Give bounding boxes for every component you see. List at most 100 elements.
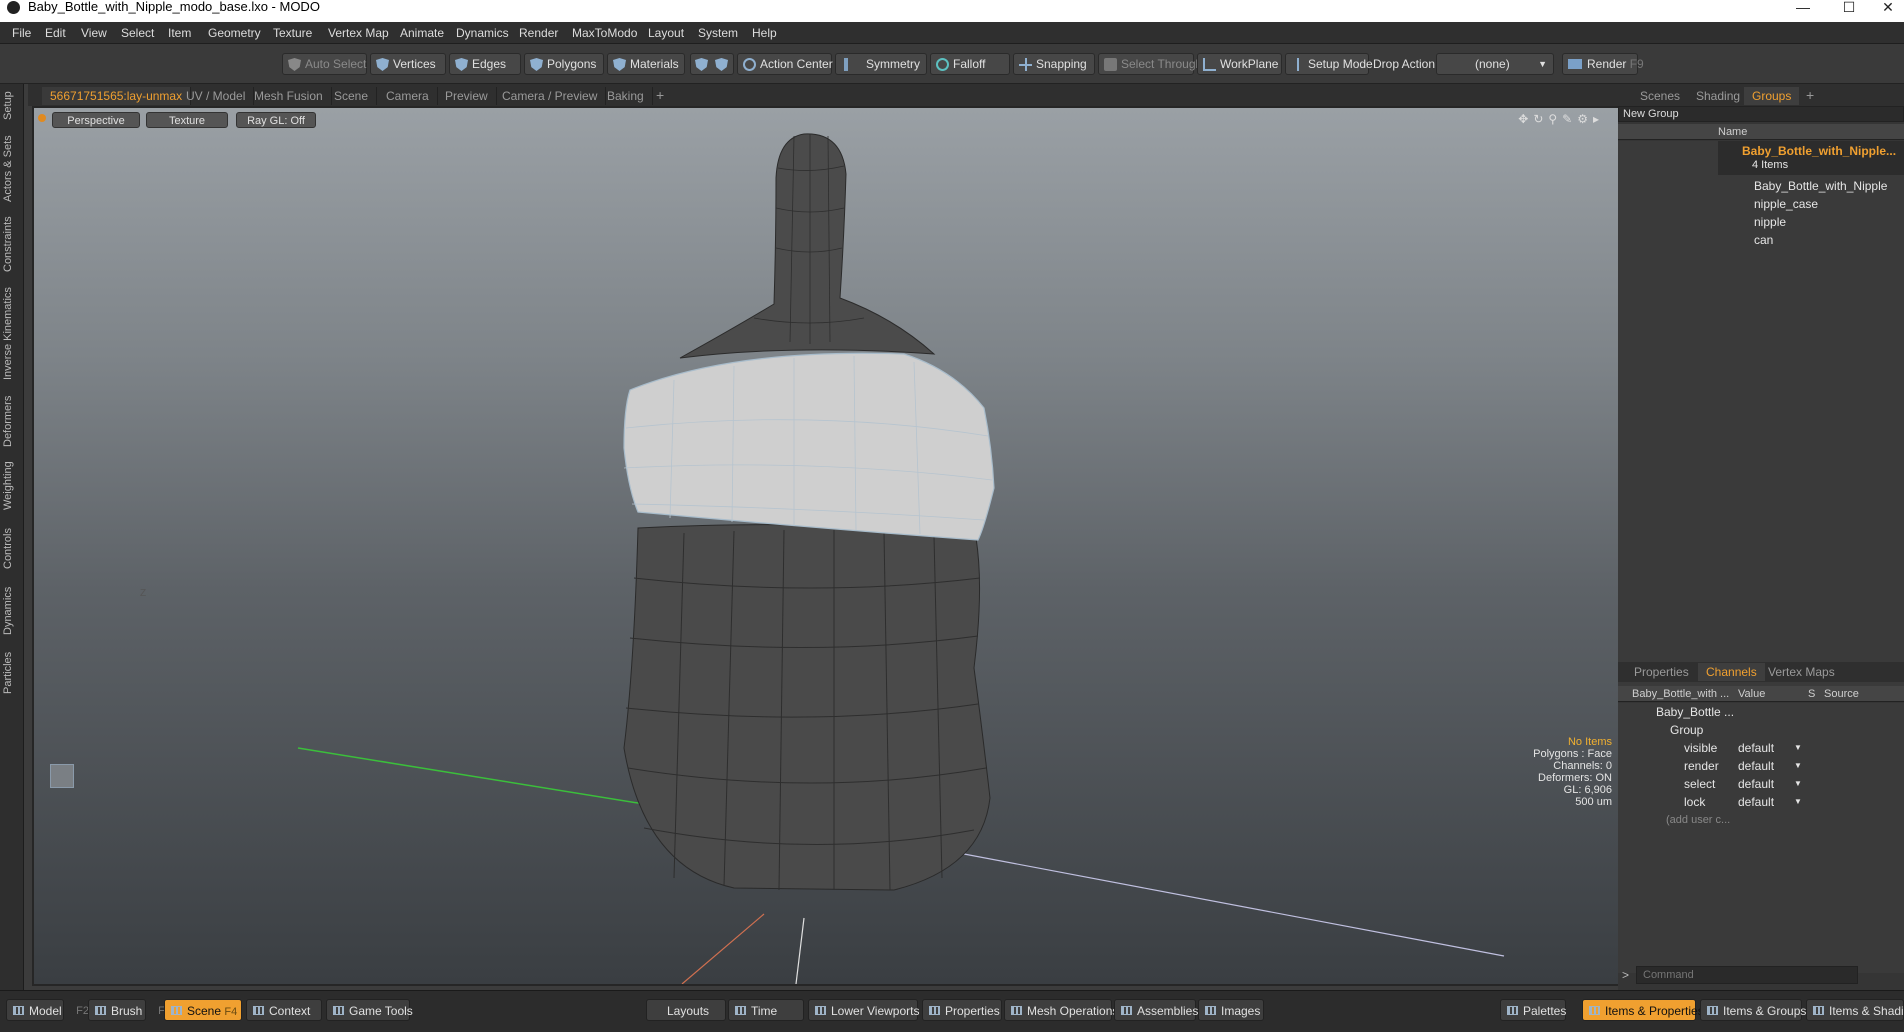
tab-layout-unmax[interactable]: 56671751565:lay-unmax bbox=[42, 87, 192, 105]
context-button[interactable]: Context bbox=[246, 999, 322, 1021]
chevron-down-icon: ▼ bbox=[1538, 59, 1547, 69]
materials-button[interactable]: Materials bbox=[607, 53, 685, 75]
menu-select[interactable]: Select bbox=[121, 26, 154, 40]
chevron-down-icon[interactable]: ▼ bbox=[1794, 739, 1802, 757]
edges-button[interactable]: Edges bbox=[449, 53, 521, 75]
tab-baking[interactable]: Baking bbox=[599, 87, 653, 105]
tab-vertex-maps[interactable]: Vertex Maps bbox=[1760, 663, 1843, 681]
group-child-nipple-case[interactable]: nipple_case bbox=[1754, 197, 1818, 211]
tab-controls[interactable]: Controls bbox=[2, 524, 22, 574]
time-button[interactable]: Time bbox=[728, 999, 804, 1021]
tab-uv-model[interactable]: UV / Model bbox=[178, 87, 255, 105]
group-child-nipple[interactable]: nipple bbox=[1754, 215, 1786, 229]
channel-visible[interactable]: visible default ▼ bbox=[1618, 739, 1904, 757]
action-center-button[interactable]: Action Center bbox=[737, 53, 833, 75]
game-tools-button[interactable]: Game Tools bbox=[326, 999, 413, 1021]
menu-edit[interactable]: Edit bbox=[45, 26, 66, 40]
tab-camera-preview[interactable]: Camera / Preview bbox=[494, 87, 607, 105]
menu-layout[interactable]: Layout bbox=[648, 26, 684, 40]
tab-mesh-fusion[interactable]: Mesh Fusion bbox=[246, 87, 332, 105]
items-properties-button[interactable]: Items & Properties bbox=[1582, 999, 1704, 1021]
workplane-button[interactable]: WorkPlane bbox=[1197, 53, 1282, 75]
menu-render[interactable]: Render bbox=[519, 26, 558, 40]
palettes-button[interactable]: Palettes bbox=[1500, 999, 1566, 1021]
select-through-button[interactable]: Select Through bbox=[1098, 53, 1202, 75]
assemblies-button[interactable]: Assemblies bbox=[1114, 999, 1198, 1021]
tab-preview[interactable]: Preview bbox=[437, 87, 497, 105]
symmetry-button[interactable]: Symmetry bbox=[835, 53, 927, 75]
model-layout-button[interactable]: Model F2 bbox=[6, 999, 89, 1021]
menu-vertex-map[interactable]: Vertex Map bbox=[328, 26, 389, 40]
items-groups-button[interactable]: Items & Groups bbox=[1700, 999, 1806, 1021]
scene-layout-button[interactable]: Scene F4 bbox=[164, 999, 242, 1021]
channel-item-row[interactable]: Baby_Bottle ... bbox=[1618, 703, 1904, 721]
tab-setup[interactable]: Setup bbox=[2, 88, 22, 124]
command-input[interactable] bbox=[1636, 966, 1858, 984]
selection-sets-button[interactable] bbox=[690, 53, 734, 75]
tab-properties[interactable]: Properties bbox=[1626, 663, 1697, 681]
menu-system[interactable]: System bbox=[698, 26, 738, 40]
tab-scene[interactable]: Scene bbox=[326, 87, 378, 105]
menu-view[interactable]: View bbox=[81, 26, 107, 40]
layouts-button[interactable]: Layouts bbox=[646, 999, 726, 1021]
menu-animate[interactable]: Animate bbox=[400, 26, 444, 40]
auto-select-button[interactable]: Auto Select bbox=[282, 53, 367, 75]
channel-group-row[interactable]: Group bbox=[1618, 721, 1904, 739]
tab-dynamics[interactable]: Dynamics bbox=[2, 584, 22, 638]
polygons-button[interactable]: Polygons bbox=[524, 53, 604, 75]
mesh-operations-button[interactable]: Mesh Operations bbox=[1004, 999, 1118, 1021]
close-button[interactable]: ✕ bbox=[1872, 0, 1904, 16]
brush-layout-button[interactable]: BrushF3 bbox=[88, 999, 171, 1021]
chevron-down-icon[interactable]: ▼ bbox=[1794, 757, 1802, 775]
tab-actors-sets[interactable]: Actors & Sets bbox=[2, 134, 22, 204]
tab-weighting[interactable]: Weighting bbox=[2, 458, 22, 514]
chevron-down-icon[interactable]: ▼ bbox=[1794, 793, 1802, 811]
group-root-name[interactable]: Baby_Bottle_with_Nipple... bbox=[1742, 144, 1896, 158]
tab-shading[interactable]: Shading bbox=[1688, 87, 1748, 105]
items-shading-button[interactable]: Items & Shading bbox=[1806, 999, 1904, 1021]
channel-lock[interactable]: lock default ▼ bbox=[1618, 793, 1904, 811]
menu-help[interactable]: Help bbox=[752, 26, 777, 40]
menu-bar: File Edit View Select Item Geometry Text… bbox=[0, 22, 1904, 44]
col-s: S bbox=[1808, 688, 1816, 700]
menu-maxtomodo[interactable]: MaxToModo bbox=[572, 26, 637, 40]
tab-channels[interactable]: Channels bbox=[1698, 663, 1765, 681]
group-child-can[interactable]: can bbox=[1754, 233, 1773, 247]
menu-texture[interactable]: Texture bbox=[273, 26, 312, 40]
falloff-button[interactable]: Falloff bbox=[930, 53, 1010, 75]
menu-geometry[interactable]: Geometry bbox=[208, 26, 261, 40]
tab-deformers[interactable]: Deformers bbox=[2, 394, 22, 448]
properties-button[interactable]: Properties bbox=[922, 999, 1002, 1021]
tab-constraints[interactable]: Constraints bbox=[2, 214, 22, 274]
bottle-can bbox=[623, 524, 991, 891]
snapping-button[interactable]: Snapping bbox=[1013, 53, 1095, 75]
tab-scenes[interactable]: Scenes bbox=[1632, 87, 1688, 105]
add-tab-icon[interactable]: + bbox=[1806, 87, 1814, 103]
layout-icon bbox=[1813, 1006, 1824, 1015]
tab-inverse-kinematics[interactable]: Inverse Kinematics bbox=[2, 284, 22, 384]
setup-mode-button[interactable]: Setup Mode bbox=[1285, 53, 1373, 75]
tab-camera[interactable]: Camera bbox=[378, 87, 438, 105]
channel-select[interactable]: select default ▼ bbox=[1618, 775, 1904, 793]
vertices-button[interactable]: Vertices bbox=[370, 53, 446, 75]
drop-action-select[interactable]: (none) ▼ bbox=[1436, 53, 1554, 75]
menu-dynamics[interactable]: Dynamics bbox=[456, 26, 509, 40]
menu-file[interactable]: File bbox=[12, 26, 31, 40]
minimize-button[interactable]: — bbox=[1780, 0, 1826, 16]
add-tab-icon[interactable]: + bbox=[656, 87, 664, 103]
chevron-down-icon[interactable]: ▼ bbox=[1794, 775, 1802, 793]
lower-viewports-button[interactable]: Lower Viewports bbox=[808, 999, 920, 1021]
add-user-channel[interactable]: (add user c... bbox=[1618, 811, 1904, 829]
groups-tab-bar: Scenes Shading Groups + bbox=[1618, 84, 1904, 106]
window-title: Baby_Bottle_with_Nipple_modo_base.lxo - … bbox=[28, 0, 320, 14]
render-button[interactable]: Render F9 bbox=[1562, 53, 1644, 75]
images-button[interactable]: Images bbox=[1198, 999, 1264, 1021]
menu-item[interactable]: Item bbox=[168, 26, 191, 40]
tab-groups[interactable]: Groups bbox=[1744, 87, 1800, 105]
tab-particles[interactable]: Particles bbox=[2, 646, 22, 700]
group-child-mesh[interactable]: Baby_Bottle_with_Nipple bbox=[1754, 179, 1887, 193]
channel-render[interactable]: render default ▼ bbox=[1618, 757, 1904, 775]
maximize-button[interactable]: ☐ bbox=[1826, 0, 1872, 16]
3d-viewport[interactable]: Perspective Texture Ray GL: Off ✥↻⚲✎⚙▸ Z… bbox=[32, 106, 1624, 986]
new-group-button[interactable]: New Group bbox=[1618, 106, 1904, 122]
